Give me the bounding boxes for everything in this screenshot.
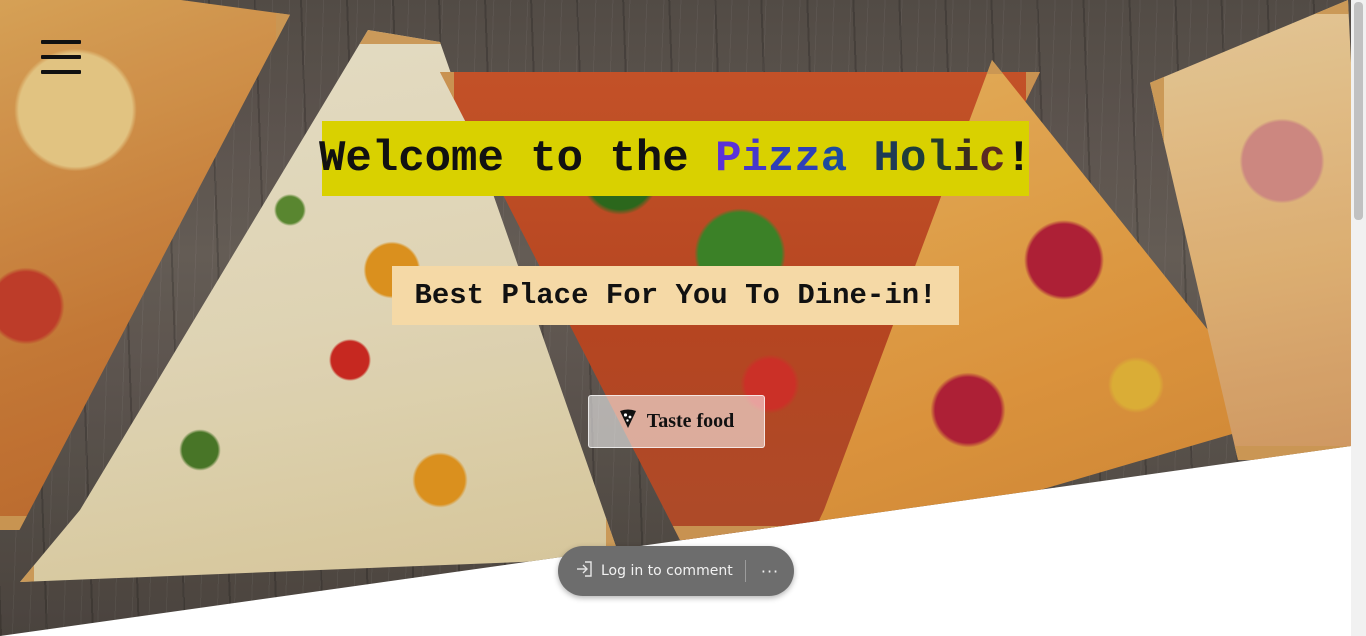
pizza-slice-image — [0, 0, 290, 530]
title-letter: a — [820, 133, 848, 184]
title-letter: z — [794, 133, 821, 184]
title-space — [847, 134, 873, 184]
pizza-slice-image — [1150, 0, 1351, 460]
login-label: Log in to comment — [601, 563, 733, 579]
title-letter: H — [873, 133, 900, 184]
title-letter: l — [926, 133, 953, 184]
page-scrollbar[interactable] — [1351, 0, 1366, 636]
title-letter: i — [952, 133, 980, 184]
title-letter: P — [715, 133, 742, 184]
more-dots-icon[interactable]: ··· — [746, 546, 794, 596]
hamburger-menu-icon[interactable] — [41, 40, 81, 76]
login-arrow-icon — [575, 560, 593, 582]
title-letter: c — [979, 133, 1006, 184]
login-to-comment-button[interactable]: Log in to comment — [558, 546, 745, 596]
scrollbar-thumb[interactable] — [1354, 2, 1363, 220]
title-letter: i — [741, 133, 768, 184]
page-title: Welcome to the Pizza Ho l i c! — [319, 121, 1032, 196]
title-letter: z — [767, 133, 795, 184]
comment-bar: Log in to comment ··· — [558, 546, 794, 596]
taste-food-button[interactable]: Taste food — [588, 395, 765, 448]
page-subtitle: Best Place For You To Dine-in! — [392, 266, 959, 325]
title-letter: ! — [1005, 133, 1032, 184]
taste-food-label: Taste food — [646, 410, 735, 432]
pizza-slice-image — [20, 30, 620, 582]
pizza-slice-icon — [619, 409, 637, 435]
title-text: Welcome to the — [319, 133, 716, 184]
title-letter: o — [899, 133, 927, 184]
